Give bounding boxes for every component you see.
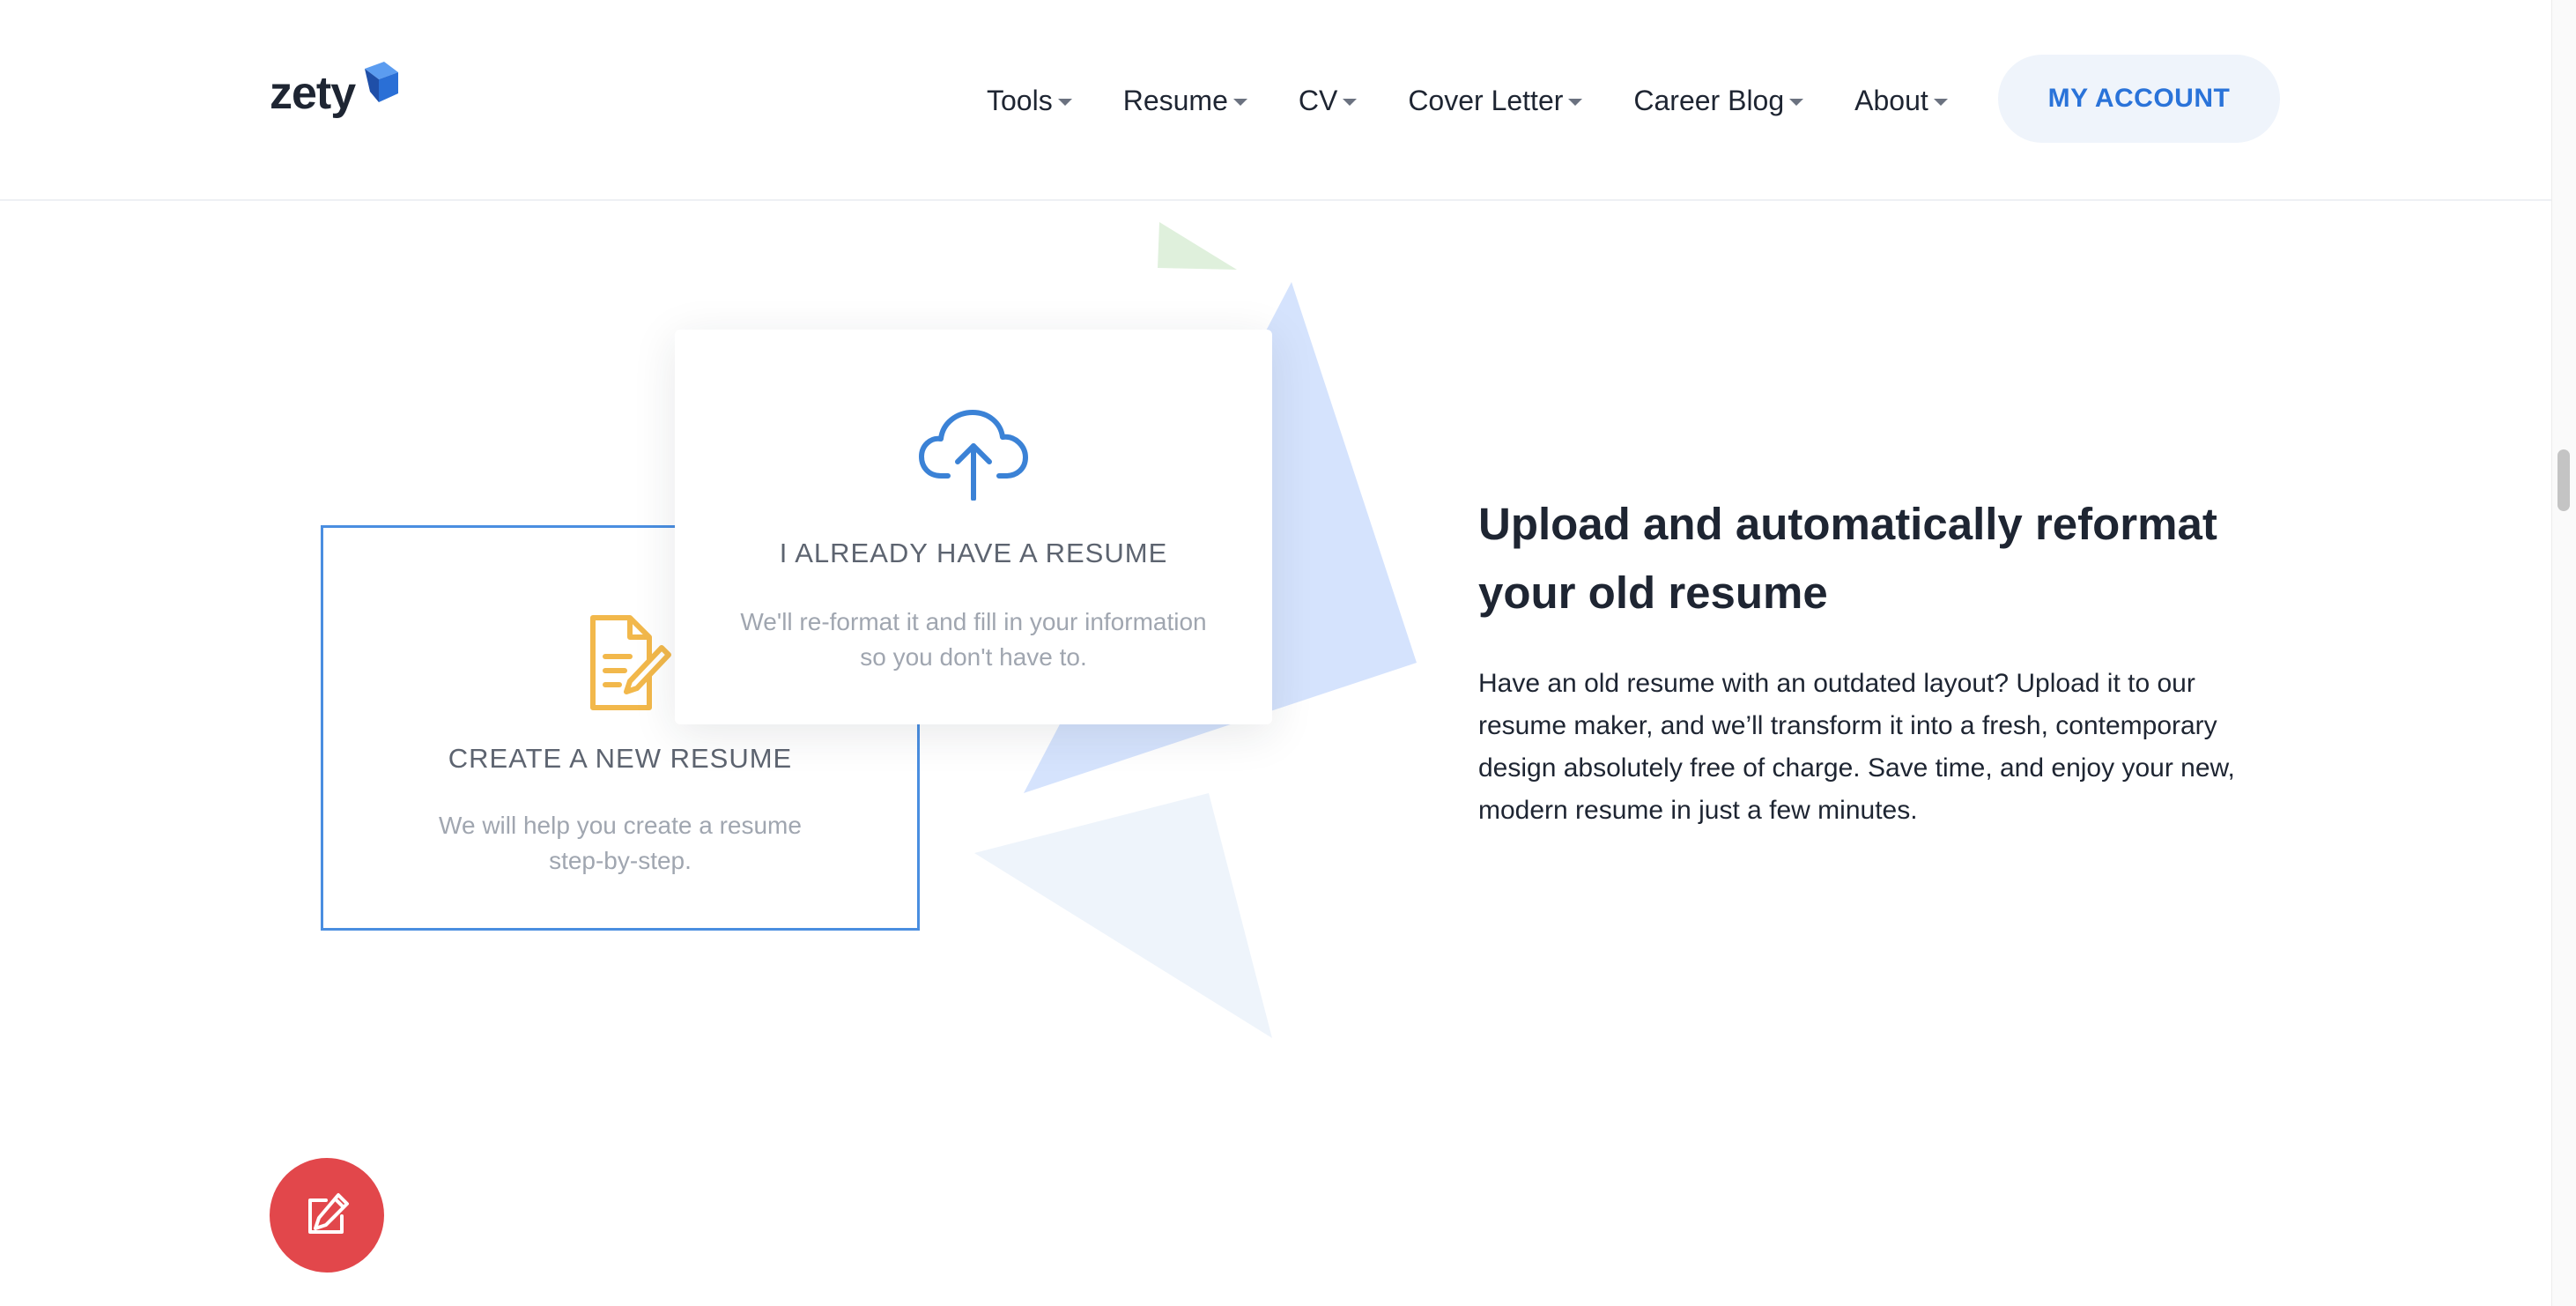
upload-resume-card[interactable]: I ALREADY HAVE A RESUME We'll re-format … bbox=[675, 330, 1272, 724]
paragraph-line1: Have an old resume with an outdated layo… bbox=[1478, 669, 2195, 698]
chevron-down-icon bbox=[1933, 99, 1948, 106]
my-account-button[interactable]: MY ACCOUNT bbox=[1998, 55, 2280, 143]
edit-fab-button[interactable] bbox=[270, 1158, 384, 1273]
nav-cv[interactable]: CV bbox=[1298, 84, 1358, 117]
cloud-upload-icon bbox=[919, 410, 1028, 501]
chevron-down-icon bbox=[1232, 99, 1247, 106]
nav-cv-label: CV bbox=[1298, 84, 1338, 116]
create-resume-desc: We will help you create a resume step-by… bbox=[374, 808, 867, 879]
chevron-down-icon bbox=[1343, 99, 1358, 106]
headline-line2: your old resume bbox=[1478, 568, 1828, 618]
logo-cube-icon bbox=[365, 62, 398, 102]
nav-about-label: About bbox=[1854, 84, 1928, 116]
nav-career-blog-label: Career Blog bbox=[1633, 84, 1785, 116]
document-edit-icon bbox=[590, 615, 671, 710]
scrollbar-thumb[interactable] bbox=[2557, 449, 2570, 511]
nav-cover-letter[interactable]: Cover Letter bbox=[1408, 84, 1583, 117]
paragraph-line2: resume maker, and we’ll transform it int… bbox=[1478, 711, 2217, 740]
create-resume-desc-line2: step-by-step. bbox=[549, 847, 692, 874]
nav-about[interactable]: About bbox=[1854, 85, 1948, 117]
create-resume-desc-line1: We will help you create a resume bbox=[439, 812, 802, 839]
nav-tools[interactable]: Tools bbox=[987, 85, 1072, 117]
logo-text: zety bbox=[270, 68, 356, 119]
create-resume-title: CREATE A NEW RESUME bbox=[448, 743, 793, 774]
pale-blue-triangle bbox=[974, 793, 1272, 1038]
chevron-down-icon bbox=[1568, 99, 1583, 106]
page: zety Tools Resume CV Cover Letter Career… bbox=[0, 0, 2576, 1306]
nav-career-blog[interactable]: Career Blog bbox=[1633, 84, 1804, 117]
headline-line1: Upload and automatically reformat bbox=[1478, 499, 2217, 549]
zety-logo[interactable]: zety bbox=[270, 62, 402, 132]
chevron-down-icon bbox=[1057, 99, 1072, 106]
upload-resume-desc: We'll re-format it and fill in your info… bbox=[692, 605, 1255, 675]
upload-resume-desc-line2: so you don't have to. bbox=[860, 643, 1087, 671]
nav-resume[interactable]: Resume bbox=[1123, 85, 1247, 117]
nav-cover-letter-label: Cover Letter bbox=[1408, 84, 1564, 116]
page-scrollbar[interactable] bbox=[2551, 0, 2576, 1306]
nav-tools-label: Tools bbox=[987, 84, 1053, 116]
paragraph-line4: modern resume in just a few minutes. bbox=[1478, 796, 1918, 825]
chevron-down-icon bbox=[1789, 99, 1804, 106]
edit-icon bbox=[308, 1193, 349, 1234]
section-paragraph: Have an old resume with an outdated layo… bbox=[1478, 663, 2289, 832]
section-headline: Upload and automatically reformat your o… bbox=[1478, 490, 2271, 627]
main-nav: Tools Resume CV Cover Letter Career Blog… bbox=[987, 76, 1999, 125]
nav-resume-label: Resume bbox=[1122, 84, 1228, 116]
upload-resume-desc-line1: We'll re-format it and fill in your info… bbox=[740, 608, 1207, 635]
upload-resume-title: I ALREADY HAVE A RESUME bbox=[779, 538, 1168, 568]
green-triangle bbox=[1158, 222, 1237, 270]
site-header: zety Tools Resume CV Cover Letter Career… bbox=[0, 0, 2551, 201]
paragraph-line3: design absolutely free of charge. Save t… bbox=[1478, 753, 2235, 783]
